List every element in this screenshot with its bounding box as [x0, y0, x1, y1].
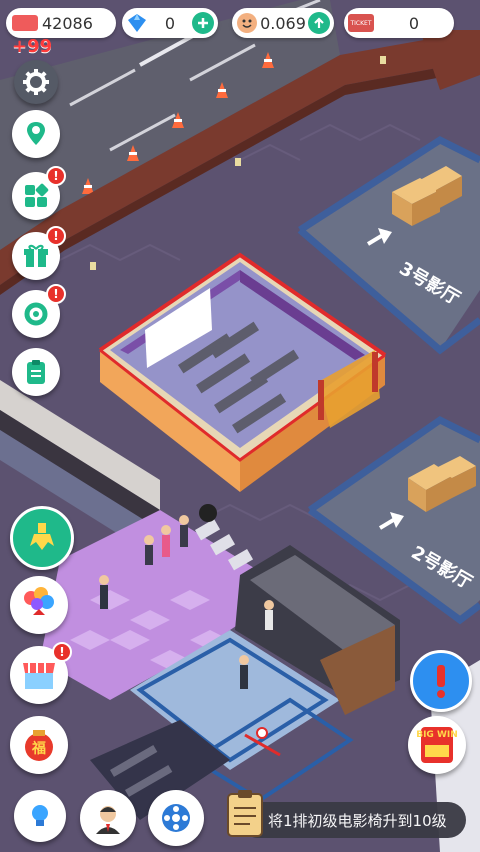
- task-clipboard: [224, 788, 268, 840]
- map-button[interactable]: [12, 110, 60, 158]
- balloon-button[interactable]: [10, 576, 68, 634]
- gift-icon: [24, 244, 48, 267]
- big-win-label: BIG WIN: [416, 730, 458, 740]
- claw-icon: [30, 523, 54, 550]
- claw-machine-button[interactable]: [10, 506, 74, 570]
- money-counter: 42086: [6, 8, 116, 38]
- storefront-icon: [23, 663, 55, 689]
- task-text: 将1排初级电影椅升到10级: [268, 811, 447, 830]
- diamond-icon: [126, 12, 148, 34]
- gear-icon: [23, 69, 49, 95]
- gift-button[interactable]: !: [12, 226, 66, 280]
- manager-button[interactable]: [80, 790, 136, 846]
- ticket-icon: TICKET: [348, 14, 374, 32]
- face-value: 0.069: [260, 13, 306, 33]
- shop-icon: [25, 183, 49, 207]
- alert-badge: !: [46, 284, 66, 304]
- cog-icon: [24, 302, 48, 326]
- idea-button[interactable]: [14, 790, 66, 842]
- add-gems-button[interactable]: [192, 12, 214, 34]
- money-value: 42086: [42, 13, 93, 33]
- alert-badge: !: [52, 642, 72, 662]
- smiley-icon: [236, 12, 258, 34]
- lucky-bag-label: 福: [32, 741, 46, 757]
- cash-icon: [12, 15, 38, 31]
- ticket-counter-hud: TICKET 0: [344, 8, 454, 38]
- shop-button[interactable]: !: [12, 166, 66, 220]
- exclamation-icon: [437, 665, 445, 698]
- clipboard-icon: [27, 360, 45, 384]
- lucky-bag-button[interactable]: 福: [10, 716, 68, 774]
- alert-badge: !: [46, 166, 66, 186]
- alert-badge: !: [46, 226, 66, 246]
- money-gain: +99: [12, 36, 53, 57]
- ticket-value: 0: [408, 13, 420, 33]
- upgrade-arrow-button[interactable]: [308, 12, 330, 34]
- settings-button[interactable]: [14, 60, 58, 104]
- balloons-icon: [24, 587, 54, 615]
- lightbulb-icon: [32, 805, 48, 826]
- big-win-button[interactable]: BIG WIN: [408, 716, 466, 774]
- film-button[interactable]: [148, 790, 204, 846]
- task-banner[interactable]: 将1排初级电影椅升到10级: [240, 802, 466, 838]
- tasks-button[interactable]: [12, 348, 60, 396]
- film-reel-icon: [162, 804, 190, 832]
- gem-value: 0: [164, 13, 176, 33]
- manager-avatar-icon: [96, 806, 120, 834]
- gem-counter: 0: [122, 8, 218, 38]
- upgrade-button[interactable]: !: [12, 284, 66, 338]
- alert-button[interactable]: [410, 650, 472, 712]
- clipboard-icon: [227, 790, 263, 837]
- game-scene: 3号影厅 2号影厅: [0, 0, 480, 852]
- store-button[interactable]: !: [10, 642, 72, 704]
- face-counter: 0.069: [232, 8, 334, 38]
- map-pin-icon: [27, 122, 45, 145]
